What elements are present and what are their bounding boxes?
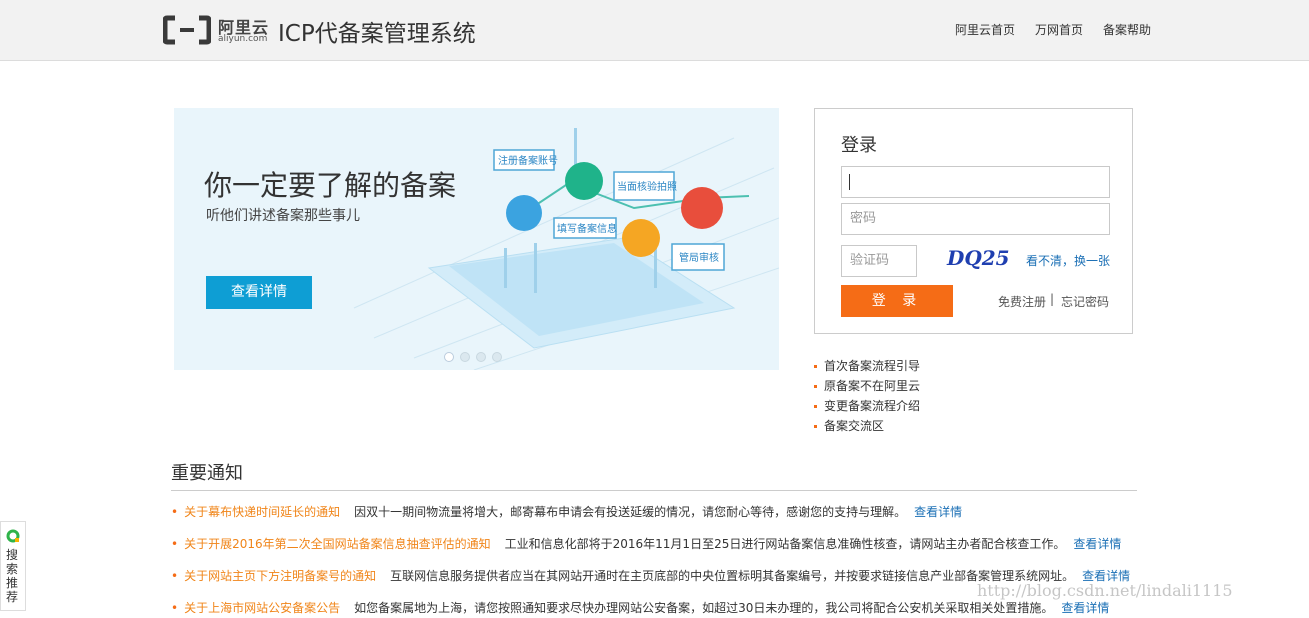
promo-banner[interactable]: 注册备案账号 当面核验拍照 填写备案信息 管局审核 你一定要了解的备案 听他们讲…	[174, 108, 779, 370]
nav-wanwang-home[interactable]: 万网首页	[1035, 21, 1083, 38]
quick-link-not-aliyun[interactable]: 原备案不在阿里云	[814, 376, 920, 396]
notices-divider	[171, 490, 1137, 491]
password-input[interactable]: 密码	[841, 203, 1110, 235]
carousel-dots	[444, 352, 502, 362]
quick-link-forum[interactable]: 备案交流区	[814, 416, 920, 436]
text-cursor	[849, 174, 850, 190]
notice-row: • 关于开展2016年第二次全国网站备案信息抽查评估的通知 工业和信息化部将于201…	[171, 534, 1121, 554]
captcha-input[interactable]: 验证码	[841, 245, 917, 277]
banner-tag-photo: 当面核验拍照	[617, 180, 677, 193]
notice-text: 如您备案属地为上海，请您按照通知要求尽快办理网站公安备案，如超过30日未办理的，…	[354, 601, 1054, 615]
watermark-text: http://blog.csdn.net/lindali1115	[977, 581, 1233, 600]
notice-title-link[interactable]: 关于开展2016年第二次全国网站备案信息抽查评估的通知	[184, 537, 491, 551]
username-input[interactable]	[841, 166, 1110, 198]
notice-row: • 关于幕布快递时间延长的通知 因双十一期间物流量将增大，邮寄幕布申请会有投送延缓的…	[171, 502, 962, 522]
carousel-dot-4[interactable]	[492, 352, 502, 362]
banner-tag-fill: 填写备案信息	[557, 222, 617, 235]
search-recommend-widget[interactable]: 搜索推荐	[0, 521, 26, 611]
banner-tag-register: 注册备案账号	[498, 154, 558, 167]
notices-title: 重要通知	[171, 463, 243, 484]
side-widget-label: 搜索推荐	[6, 548, 19, 604]
login-title: 登录	[841, 135, 877, 156]
bullet-icon: •	[171, 601, 179, 615]
carousel-dot-2[interactable]	[460, 352, 470, 362]
forgot-password-link[interactable]: 忘记密码	[1061, 293, 1109, 310]
login-button[interactable]: 登 录	[841, 285, 953, 317]
bullet-icon: •	[171, 505, 179, 519]
notice-text: 因双十一期间物流量将增大，邮寄幕布申请会有投送延缓的情况，请您耐心等待，感谢您的…	[354, 505, 907, 519]
login-panel: 登录 密码 验证码 DQ25 看不清，换一张 登 录 免费注册 | 忘记密码	[814, 108, 1133, 334]
quick-link-change-process[interactable]: 变更备案流程介绍	[814, 396, 920, 416]
captcha-refresh-link[interactable]: 看不清，换一张	[1026, 252, 1110, 269]
quick-link-first-filing[interactable]: 首次备案流程引导	[814, 356, 920, 376]
bullet-icon: •	[171, 537, 179, 551]
banner-tag-review: 管局审核	[679, 251, 719, 264]
notice-title-link[interactable]: 关于幕布快递时间延长的通知	[184, 505, 340, 519]
nav-icp-help[interactable]: 备案帮助	[1103, 21, 1151, 38]
notice-title-link[interactable]: 关于上海市网站公安备案公告	[184, 601, 340, 615]
nav-aliyun-home[interactable]: 阿里云首页	[955, 21, 1015, 38]
notice-row: • 关于上海市网站公安备案公告 如您备案属地为上海，请您按照通知要求尽快办理网站公安…	[171, 598, 1109, 618]
banner-title: 你一定要了解的备案	[204, 169, 457, 202]
top-header: 阿里云 aliyun.com ICP代备案管理系统 阿里云首页 万网首页 备案帮…	[0, 0, 1309, 61]
carousel-dot-3[interactable]	[476, 352, 486, 362]
page-title: ICP代备案管理系统	[278, 21, 476, 47]
banner-illustration: 注册备案账号 当面核验拍照 填写备案信息 管局审核	[353, 128, 779, 370]
banner-details-button[interactable]: 查看详情	[206, 276, 312, 309]
notice-title-link[interactable]: 关于网站主页下方注明备案号的通知	[184, 569, 376, 583]
carousel-dot-1[interactable]	[444, 352, 454, 362]
recommend-ring-icon	[6, 529, 20, 543]
aliyun-logo-icon[interactable]	[163, 15, 211, 45]
notice-text: 工业和信息化部将于2016年11月1日至25日进行网站备案信息准确性核查，请网站…	[504, 537, 1066, 551]
quick-links: 首次备案流程引导 原备案不在阿里云 变更备案流程介绍 备案交流区	[814, 356, 920, 436]
banner-subtitle: 听他们讲述备案那些事儿	[206, 208, 360, 224]
logo-text-en: aliyun.com	[218, 34, 268, 44]
notice-text: 互联网信息服务提供者应当在其网站开通时在主页底部的中央位置标明其备案编号，并按要…	[390, 569, 1075, 583]
notice-more-link[interactable]: 查看详情	[914, 505, 962, 519]
bullet-icon: •	[171, 569, 179, 583]
captcha-image[interactable]: DQ25	[945, 245, 1017, 271]
notice-more-link[interactable]: 查看详情	[1061, 601, 1109, 615]
register-link[interactable]: 免费注册	[998, 293, 1046, 310]
svg-text:DQ25: DQ25	[946, 246, 1010, 270]
link-separator: |	[1050, 292, 1055, 306]
notice-more-link[interactable]: 查看详情	[1073, 537, 1121, 551]
